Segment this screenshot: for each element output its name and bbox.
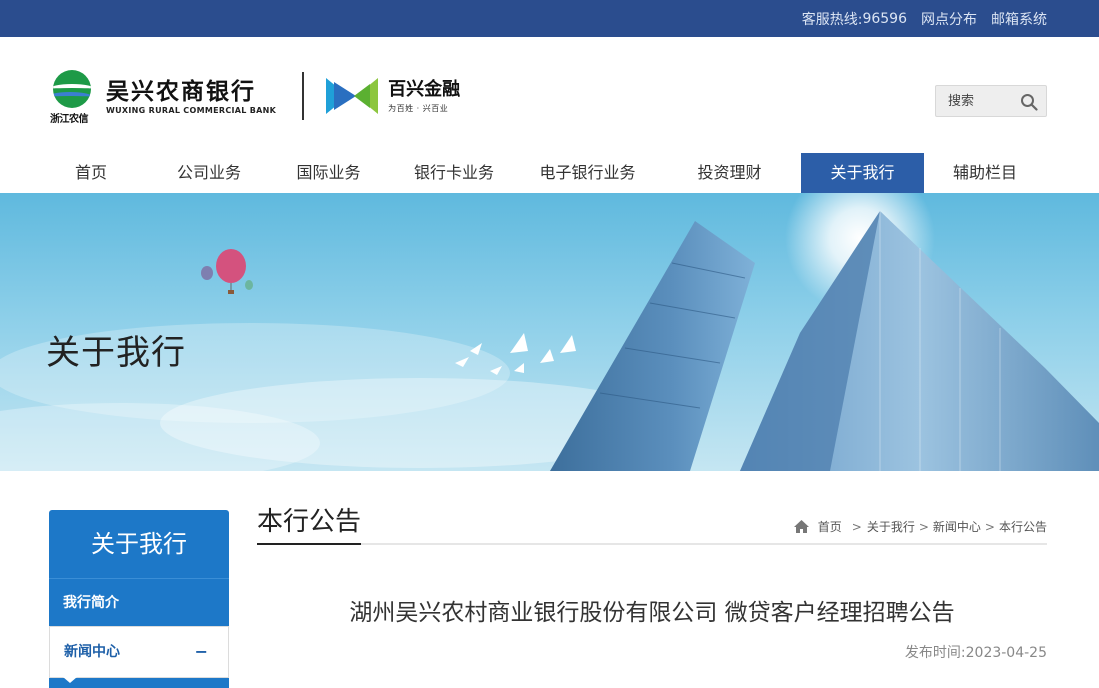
chevron-right-icon: > xyxy=(851,519,862,534)
publish-label: 发布时间: xyxy=(904,645,966,661)
hotline-value: 96596 xyxy=(862,10,907,27)
breadcrumb-news[interactable]: 新闻中心 xyxy=(933,518,981,535)
nav-item-auxiliary[interactable]: 辅助栏目 xyxy=(924,153,1046,193)
emblem-circle-icon xyxy=(53,70,91,108)
content-header: 本行公告 首页 > 关于我行 > 新闻中心 > 本行公告 xyxy=(257,505,1047,545)
sidebar-item-news-label: 新闻中心 xyxy=(64,644,120,660)
sidebar-submenu xyxy=(49,677,229,688)
breadcrumb-about[interactable]: 关于我行 xyxy=(867,518,915,535)
breadcrumb-home[interactable]: 首页 xyxy=(818,518,842,535)
submenu-pointer-icon xyxy=(63,677,77,683)
bank-name: 吴兴农商银行 WUXING RURAL COMMERCIAL BANK xyxy=(106,78,276,115)
top-bar: 客服热线: 96596 网点分布 邮箱系统 xyxy=(0,0,1099,37)
nav-item-corporate[interactable]: 公司业务 xyxy=(152,153,266,193)
branch-distribution-link[interactable]: 网点分布 xyxy=(921,9,977,29)
sidebar-item-intro[interactable]: 我行简介 xyxy=(49,578,229,626)
publish-date: 2023-04-25 xyxy=(965,645,1047,661)
banner-title: 关于我行 xyxy=(46,333,186,373)
partner-name: 百兴金融 xyxy=(388,78,461,100)
logo-area[interactable]: 浙江农信 吴兴农商银行 WUXING RURAL COMMERCIAL BANK… xyxy=(50,68,460,125)
breadcrumb-current: 本行公告 xyxy=(998,520,1047,534)
search-icon[interactable] xyxy=(1020,93,1038,111)
search-box xyxy=(935,85,1047,117)
chevron-right-icon: > xyxy=(984,519,995,534)
bank-name-cn: 吴兴农商银行 xyxy=(106,77,256,105)
breadcrumb: 首页 > 关于我行 > 新闻中心 > 本行公告 xyxy=(793,518,1047,535)
nav-item-international[interactable]: 国际业务 xyxy=(266,153,391,193)
sidebar-heading: 关于我行 xyxy=(49,510,229,578)
nav-item-bank-card[interactable]: 银行卡业务 xyxy=(391,153,517,193)
baixing-text: 百兴金融 为百姓 · 兴百业 xyxy=(388,79,460,114)
zhejiang-rcc-emblem: 浙江农信 xyxy=(50,68,94,125)
nav-item-e-banking[interactable]: 电子银行业务 xyxy=(517,153,658,193)
hotline-label: 客服热线: xyxy=(801,11,863,28)
nav-item-investment[interactable]: 投资理财 xyxy=(658,153,801,193)
sidebar-item-news[interactable]: 新闻中心 − xyxy=(49,626,229,678)
mail-system-link[interactable]: 邮箱系统 xyxy=(991,9,1047,29)
search-input[interactable] xyxy=(936,86,1016,116)
section-title: 本行公告 xyxy=(257,505,362,545)
bank-name-en: WUXING RURAL COMMERCIAL BANK xyxy=(106,105,277,115)
nav-item-about[interactable]: 关于我行 xyxy=(801,153,924,193)
chevron-right-icon: > xyxy=(918,519,929,534)
nav-item-home[interactable]: 首页 xyxy=(30,153,152,193)
baixing-logo-icon xyxy=(326,78,379,114)
main-nav: 首页 公司业务 国际业务 银行卡业务 电子银行业务 投资理财 关于我行 辅助栏目 xyxy=(30,153,1046,193)
collapse-icon[interactable]: − xyxy=(195,627,208,677)
home-icon xyxy=(793,520,809,533)
publish-info: 发布时间:2023-04-25 xyxy=(905,642,1047,662)
partner-slogan: 为百姓 · 兴百业 xyxy=(388,103,449,113)
emblem-text: 浙江农信 xyxy=(50,114,89,125)
top-links: 客服热线: 96596 网点分布 邮箱系统 xyxy=(788,0,1047,37)
logo-divider xyxy=(302,72,305,120)
article-title: 湖州吴兴农村商业银行股份有限公司 微贷客户经理招聘公告 xyxy=(349,600,955,626)
sidebar: 关于我行 我行简介 新闻中心 − xyxy=(49,510,229,688)
